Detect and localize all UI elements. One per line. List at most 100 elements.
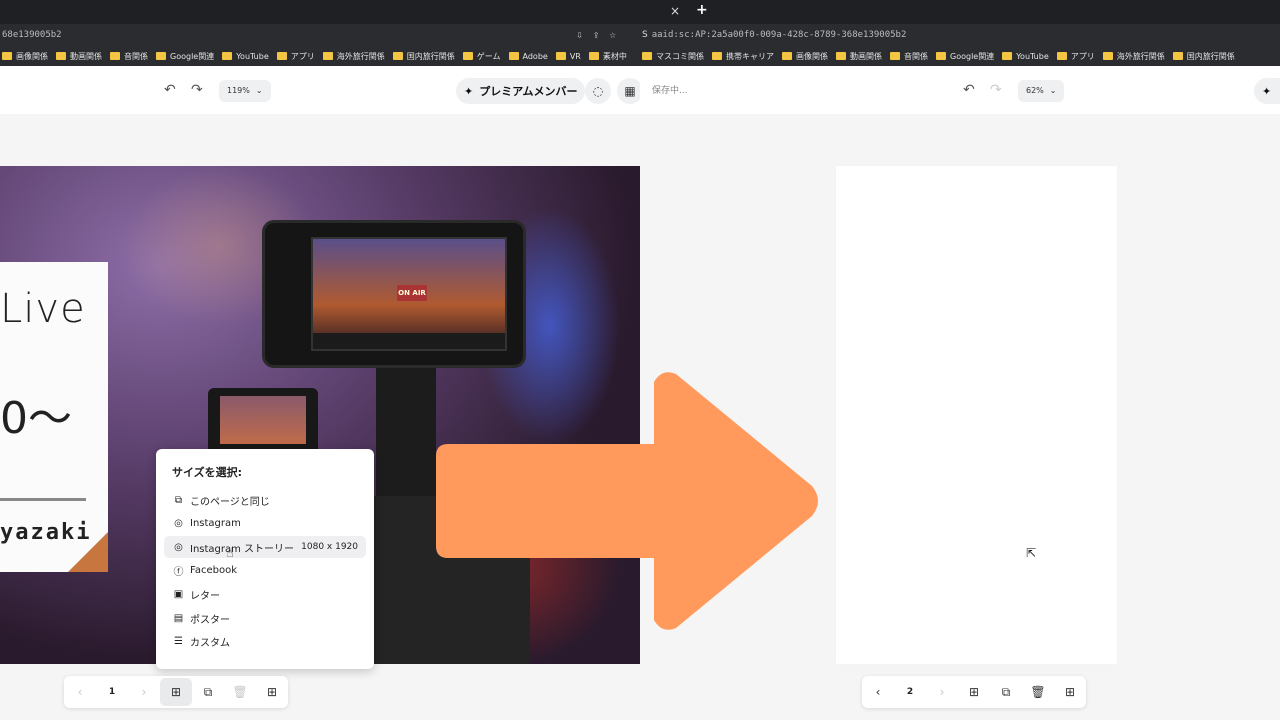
card-live-text[interactable]: Live <box>0 286 86 332</box>
instagram-icon: ◎ <box>174 541 183 553</box>
letter-icon: ▣ <box>173 588 184 600</box>
next-page-button[interactable]: › <box>128 678 160 706</box>
undo-icon[interactable]: ↶ <box>963 82 975 98</box>
bookmark-item[interactable]: 画像関係 <box>782 51 828 62</box>
bookmark-item[interactable]: 画像関係 <box>2 51 48 62</box>
new-tab-icon[interactable]: + <box>696 2 708 18</box>
bookmark-item[interactable]: 動画関係 <box>836 51 882 62</box>
copy-page-icon: ⧉ <box>174 494 183 506</box>
close-tab-icon[interactable]: × <box>670 4 680 18</box>
premium-member-button[interactable]: ✦ <box>1254 78 1280 104</box>
bookmark-item[interactable]: 音関係 <box>110 51 148 62</box>
bookmark-label: 国内旅行関係 <box>1186 51 1235 61</box>
bookmark-item[interactable]: 動画関係 <box>56 51 102 62</box>
card-divider <box>0 498 86 501</box>
size-option[interactable]: ▤ ポスター <box>164 607 366 629</box>
address-bar[interactable]: 68e139005b2 ⇩ ⇪ ☆ <box>0 24 640 46</box>
bookmark-item[interactable]: Google関連 <box>936 51 994 62</box>
bookmark-item[interactable]: VR <box>555 52 581 61</box>
pointer-cursor-icon: ⇱ <box>1026 546 1037 560</box>
bookmark-item[interactable]: ゲーム <box>462 51 501 62</box>
add-page-icon: ⊞ <box>968 685 980 699</box>
address-bar[interactable]: Saaid:sc:AP:2a5a00f0-009a-428c-8789-368e… <box>640 24 1280 46</box>
folder-icon <box>276 52 287 60</box>
custom-sliders-icon: ☰ <box>174 636 183 648</box>
prev-page-button[interactable]: ‹ <box>64 678 96 706</box>
duplicate-page-button[interactable]: ⧉ <box>192 678 224 706</box>
on-air-sign: ON AIR <box>397 285 427 301</box>
next-page-button[interactable]: › <box>926 678 958 706</box>
add-page-button[interactable]: ⊞ <box>958 678 990 706</box>
blank-story-page[interactable] <box>836 166 1117 664</box>
install-icon[interactable]: ⇩ <box>576 24 583 46</box>
redo-icon[interactable]: ↷ <box>191 82 203 98</box>
chevron-down-icon: ⌄ <box>255 86 263 95</box>
grid-icon: ⊞ <box>266 685 278 699</box>
title-card[interactable]: Live 0〜 yazaki <box>0 262 108 572</box>
folder-icon <box>836 52 846 60</box>
folder-icon <box>890 52 900 60</box>
size-menu-title: サイズを選択: <box>172 466 243 479</box>
folder-icon <box>1172 52 1183 60</box>
share-icon[interactable]: ⇪ <box>593 24 600 46</box>
folder-icon <box>462 52 473 60</box>
size-option[interactable]: ⓕ Facebook <box>164 560 366 582</box>
card-tilde-text[interactable]: 0〜 <box>0 382 72 446</box>
grid-view-button[interactable]: ⊞ <box>1054 678 1086 706</box>
size-option-dimensions: 1080 x 1920 <box>301 542 358 553</box>
size-option-label: カスタム <box>190 638 230 650</box>
bookmark-label: Adobe <box>522 51 548 61</box>
redo-icon[interactable]: ↷ <box>990 82 1002 98</box>
field-monitor: ON AIR <box>262 220 526 368</box>
size-option[interactable]: ☰ カスタム <box>164 631 366 653</box>
page-navigation-bar: ‹ 2 › ⊞ ⧉ 🗑 ⊞ <box>862 676 1086 708</box>
bookmark-item[interactable]: 携帯キャリア <box>712 51 774 62</box>
bookmark-item[interactable]: Google関連 <box>156 51 214 62</box>
bookmark-item[interactable]: Adobe <box>508 51 548 61</box>
grid-view-button[interactable]: ⊞ <box>256 678 288 706</box>
tab-strip <box>0 0 640 24</box>
bookmark-item[interactable]: マスコミ関係 <box>642 51 704 62</box>
address-bar-icons: ⇩ ⇪ ☆ <box>576 24 616 46</box>
page-number: 2 <box>906 687 914 697</box>
size-option-label: Facebook <box>190 565 237 577</box>
bookmark-item[interactable]: 海外旅行関係 <box>1102 51 1165 62</box>
card-corner-accent <box>68 532 108 572</box>
page-number: 1 <box>108 687 116 697</box>
bookmark-item[interactable]: 国内旅行関係 <box>1172 51 1235 62</box>
premium-member-button[interactable]: ✦ プレミアムメンバー <box>456 78 586 104</box>
bookmark-item[interactable]: 素材中 <box>588 51 627 62</box>
screen-root: 68e139005b2 ⇩ ⇪ ☆ 画像関係 動画関係 音関係 Google関連 You… <box>0 0 1280 720</box>
zoom-dropdown[interactable]: 62% ⌄ <box>1018 80 1065 102</box>
size-option[interactable]: ◎ Instagram ストーリー 1080 x 1920 <box>164 536 366 559</box>
monitor-controls <box>313 333 505 349</box>
bookmark-label: 海外旅行関係 <box>1116 51 1165 61</box>
delete-page-button[interactable]: 🗑 <box>1022 678 1054 706</box>
lightbulb-icon[interactable]: ◌ <box>585 78 611 104</box>
address-text[interactable]: aaid:sc:AP:2a5a00f0-009a-428c-8789-368e1… <box>652 30 907 40</box>
duplicate-page-button[interactable]: ⧉ <box>990 678 1022 706</box>
undo-icon[interactable]: ↶ <box>164 82 176 98</box>
size-option[interactable]: ⧉ このページと同じ <box>164 489 366 511</box>
bookmark-item[interactable]: アプリ <box>1056 51 1095 62</box>
bookmark-label: Google関連 <box>950 51 995 61</box>
bookmark-item[interactable]: 海外旅行関係 <box>322 51 385 62</box>
bookmark-item[interactable]: 国内旅行関係 <box>392 51 455 62</box>
address-text[interactable]: 68e139005b2 <box>2 30 62 40</box>
bookmark-item[interactable]: YouTube <box>222 52 269 61</box>
prev-page-button[interactable]: ‹ <box>862 678 894 706</box>
duplicate-icon: ⧉ <box>1001 684 1011 699</box>
bookmark-item[interactable]: アプリ <box>276 51 315 62</box>
calendar-icon[interactable]: ▦ <box>617 78 640 104</box>
size-option[interactable]: ▣ レター <box>164 583 366 605</box>
editor-toolbar: ↶ ↷ 119% ⌄ ✦ プレミアムメンバー ◌ ▦ <box>0 66 640 114</box>
size-select-menu: サイズを選択: ⧉ このページと同じ ◎ Instagram ◎ Instagram スト… <box>156 449 374 669</box>
add-page-button[interactable]: ⊞ <box>160 678 192 706</box>
bookmark-item[interactable]: 音関係 <box>890 51 928 62</box>
delete-page-button[interactable]: 🗑 <box>224 678 256 706</box>
zoom-dropdown[interactable]: 119% ⌄ <box>219 80 271 102</box>
editor-toolbar: 保存中... ↶ ↷ 62% ⌄ ✦ <box>640 66 1280 114</box>
size-option[interactable]: ◎ Instagram <box>164 513 366 535</box>
bookmark-item[interactable]: YouTube <box>1002 52 1049 61</box>
star-icon[interactable]: ☆ <box>609 24 616 46</box>
